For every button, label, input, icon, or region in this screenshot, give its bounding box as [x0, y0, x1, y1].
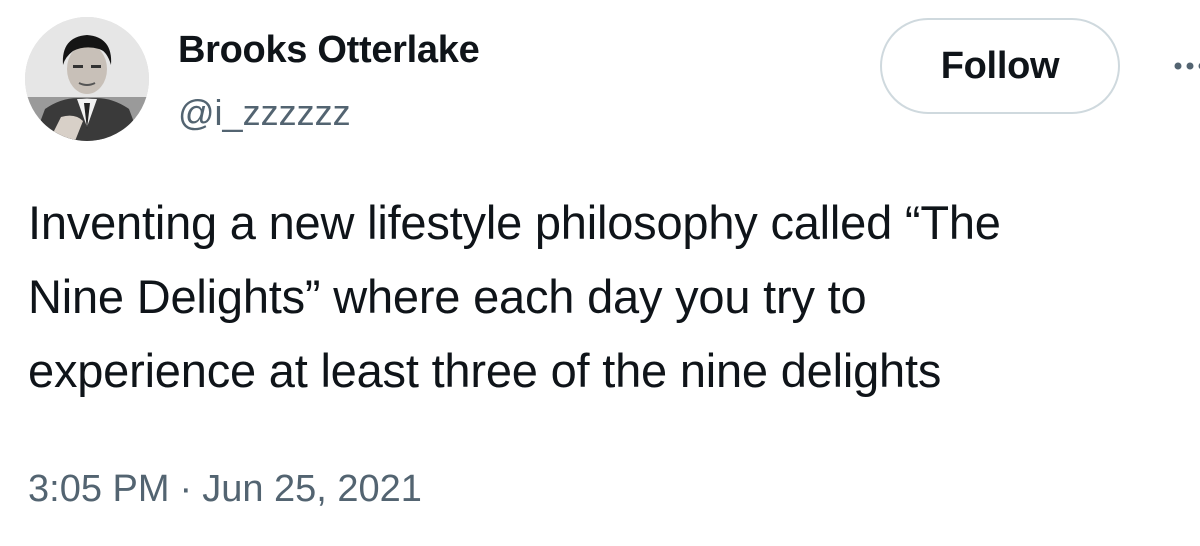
author-handle[interactable]: @i_zzzzzz [178, 91, 351, 135]
meta-separator: · [179, 468, 193, 510]
tweet-card: Brooks Otterlake @i_zzzzzz Follow Invent… [0, 0, 1200, 546]
tweet-time[interactable]: 3:05 PM [28, 468, 170, 510]
author-avatar[interactable] [25, 17, 149, 141]
tweet-date[interactable]: Jun 25, 2021 [202, 468, 422, 510]
tweet-text-line: experience at least three of the nine de… [28, 344, 942, 397]
tweet-text-line: Nine Delights” where each day you try to [28, 270, 867, 323]
more-options-icon[interactable] [1172, 56, 1200, 76]
tweet-text-line: Inventing a new lifestyle philosophy cal… [28, 196, 1001, 249]
author-name[interactable]: Brooks Otterlake [178, 27, 480, 73]
profile-photo-icon [25, 17, 149, 141]
tweet-text: Inventing a new lifestyle philosophy cal… [28, 186, 1188, 408]
follow-button[interactable]: Follow [880, 18, 1120, 114]
tweet-timestamp[interactable]: 3:05 PM · Jun 25, 2021 [28, 465, 422, 513]
